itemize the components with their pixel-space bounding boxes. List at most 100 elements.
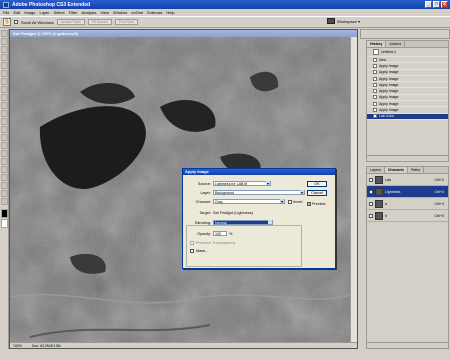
workspace-menu[interactable]: Workspace ▾ [326,18,360,24]
source-select[interactable]: Lightness for LAB.tif [213,181,271,186]
channel-select[interactable]: Gray [213,199,285,204]
path-selection-tool-icon[interactable] [1,158,8,165]
gradient-tool-icon[interactable] [1,118,8,125]
history-item-label: Apply Image [379,82,399,87]
invert-checkbox[interactable] [288,199,292,204]
vertical-scrollbar[interactable] [350,37,357,343]
history-item-label: Lab Color [379,114,395,119]
history-tabs: History Actions [367,41,448,48]
marquee-tool-icon[interactable] [1,38,8,45]
maximize-button[interactable]: □ [433,1,440,8]
fit-screen-button[interactable]: Fit Screen [87,19,112,25]
zoom-level[interactable]: 100% [13,344,22,348]
document-title: Sat Finaljpd @ 100% (Lightness/8) [10,30,357,37]
history-item-label: Apply Image [379,108,399,113]
history-item-label: Apply Image [379,89,399,94]
hand-tool-icon[interactable]: ✋ [3,18,11,26]
target-row: Target: Sat Finaljpd (Lightness) [193,211,253,215]
blending-label: Blending: [195,220,211,225]
target-value: Sat Finaljpd (Lightness) [213,211,253,215]
menu-layer[interactable]: Layer [39,10,49,15]
invert-label: Invert [293,199,303,204]
mask-label: Mask... [196,249,209,253]
preserve-transparency-checkbox [190,241,194,245]
channel-label: Channel: [195,199,211,204]
hand-tool-icon[interactable] [1,190,8,197]
minimize-button[interactable]: _ [425,1,432,8]
actual-pixels-button[interactable]: Actual Pixels [56,19,85,25]
history-snapshot[interactable]: Untitled-1 [367,48,448,57]
toolbox [0,29,9,349]
menu-extensis[interactable]: Extensis [147,10,162,15]
channel-row[interactable]: Lab Ctrl+2 [367,174,448,186]
dodge-tool-icon[interactable] [1,134,8,141]
history-brush-tool-icon[interactable] [1,102,8,109]
eraser-tool-icon[interactable] [1,110,8,117]
healing-brush-tool-icon[interactable] [1,78,8,85]
menu-view[interactable]: View [100,10,109,15]
tab-layers[interactable]: Layers [367,167,385,173]
preview-checkbox[interactable]: ✔ [307,202,311,206]
magic-wand-tool-icon[interactable] [1,54,8,61]
notes-tool-icon[interactable] [1,174,8,181]
menu-file[interactable]: File [3,10,9,15]
channel-row-selected[interactable]: Lightness Ctrl+3 [367,186,448,198]
move-tool-icon[interactable] [1,30,8,37]
crop-tool-icon[interactable] [1,62,8,69]
lasso-tool-icon[interactable] [1,46,8,53]
shape-tool-icon[interactable] [1,166,8,173]
zoom-tool-icon[interactable] [1,198,8,205]
menu-image[interactable]: Image [24,10,35,15]
clone-stamp-tool-icon[interactable] [1,94,8,101]
target-label: Target: [199,211,211,215]
tab-channels[interactable]: Channels [384,167,408,173]
window-controls: _ □ x [425,1,448,8]
mask-row: Mask... [190,249,208,253]
visibility-eye-icon[interactable] [369,177,373,182]
channel-name: Lab [385,177,391,182]
menu-filter[interactable]: Filter [69,10,78,15]
history-item-selected[interactable]: Lab Color [367,113,448,120]
pen-tool-icon[interactable] [1,142,8,149]
blur-tool-icon[interactable] [1,126,8,133]
menu-window[interactable]: Window [113,10,127,15]
visibility-eye-icon[interactable] [369,201,373,206]
source-row: Source: Lightness for LAB.tif [193,181,271,186]
type-tool-icon[interactable] [1,150,8,157]
brush-tool-icon[interactable] [1,86,8,93]
menu-select[interactable]: Select [54,10,65,15]
source-label: Source: [197,181,211,186]
opacity-label: Opacity: [197,231,211,236]
mask-checkbox[interactable] [190,249,194,253]
slice-tool-icon[interactable] [1,70,8,77]
channels-panel: Layers Channels Paths Lab Ctrl+2 Lightne… [366,166,449,349]
channel-row[interactable]: b Ctrl+5 [367,210,448,222]
blending-select[interactable]: Normal [213,220,273,225]
menu-analysis[interactable]: Analysis [82,10,97,15]
cancel-button[interactable]: Cancel [307,190,327,196]
ok-button[interactable]: OK [307,181,327,187]
tab-paths[interactable]: Paths [408,167,425,173]
menu-onone[interactable]: onOne [131,10,143,15]
scroll-all-windows-checkbox[interactable] [14,20,18,24]
background-color-swatch[interactable] [1,219,8,228]
opacity-row: Opacity: 100 % [190,231,232,236]
workspace-label: Workspace ▾ [336,18,360,24]
history-item-label: Apply Image [379,95,399,100]
channel-name: b [385,213,387,218]
menu-help[interactable]: Help [166,10,174,15]
print-size-button[interactable]: Print Size [114,19,138,25]
close-button[interactable]: x [441,1,448,8]
visibility-eye-icon[interactable] [369,189,373,194]
menu-edit[interactable]: Edit [13,10,20,15]
tab-history[interactable]: History [367,41,387,47]
visibility-eye-icon[interactable] [369,213,373,218]
layer-select[interactable]: Background [213,190,305,195]
channel-row[interactable]: a Ctrl+4 [367,198,448,210]
foreground-color-swatch[interactable] [1,209,8,218]
options-bar: ✋ Scroll All Windows Actual Pixels Fit S… [0,16,450,28]
tab-actions[interactable]: Actions [386,41,406,47]
eyedropper-tool-icon[interactable] [1,182,8,189]
status-bar: 100% Doc: 63.2M/8.13M [10,342,357,348]
opacity-input[interactable]: 100 [213,231,227,236]
